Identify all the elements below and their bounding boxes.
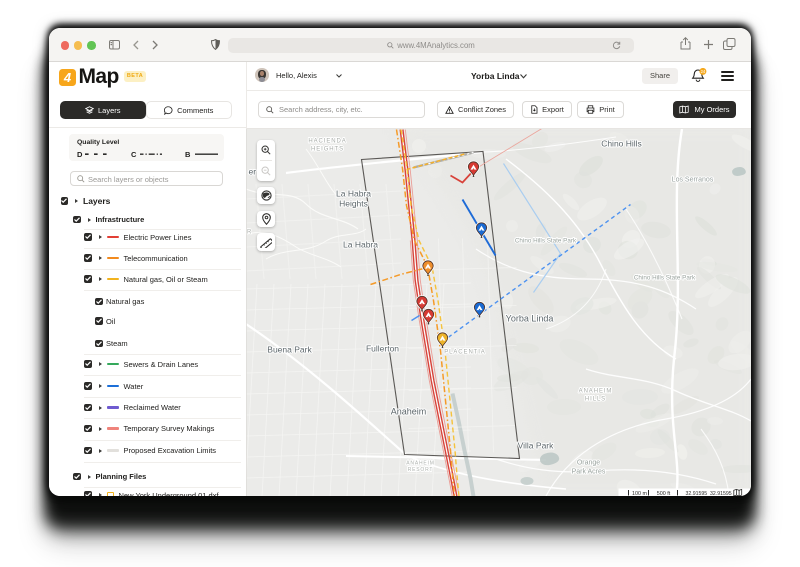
svg-text:RESORT: RESORT: [407, 467, 433, 473]
svg-text:Los Serranos: Los Serranos: [671, 176, 713, 183]
svg-text:R: R: [247, 229, 252, 235]
svg-text:Heights: Heights: [339, 198, 368, 208]
svg-text:Buena Park: Buena Park: [267, 344, 312, 354]
svg-text:er: er: [248, 166, 256, 176]
svg-text:PLACENTIA: PLACENTIA: [444, 349, 485, 355]
svg-text:Yorba Linda: Yorba Linda: [505, 313, 553, 323]
svg-text:Park Acres: Park Acres: [571, 468, 605, 475]
svg-text:ANAHEIM: ANAHEIM: [578, 388, 612, 394]
svg-text:Orange: Orange: [576, 459, 599, 466]
svg-text:HEIGHTS: HEIGHTS: [311, 146, 344, 152]
svg-text:La Habra: La Habra: [336, 188, 371, 198]
svg-text:HILLS: HILLS: [584, 396, 605, 402]
svg-text:Anaheim: Anaheim: [390, 406, 426, 416]
svg-text:La Habra: La Habra: [343, 239, 378, 249]
svg-text:24: 24: [700, 68, 705, 73]
svg-text:Fullerton: Fullerton: [365, 343, 398, 353]
svg-text:500 ft: 500 ft: [656, 490, 670, 496]
svg-text:100 m: 100 m: [632, 490, 647, 496]
svg-text:ANAHEIM: ANAHEIM: [406, 460, 434, 466]
svg-text:32.91595 32.91595: 32.91595 32.91595: [685, 490, 731, 496]
svg-text:Chino Hills State Park: Chino Hills State Park: [514, 237, 576, 244]
svg-text:HACIENDA: HACIENDA: [308, 138, 346, 144]
svg-text:Chino Hills: Chino Hills: [601, 138, 642, 148]
svg-text:Chino Hills State Park: Chino Hills State Park: [633, 274, 695, 281]
svg-text:Villa Park: Villa Park: [517, 440, 553, 450]
